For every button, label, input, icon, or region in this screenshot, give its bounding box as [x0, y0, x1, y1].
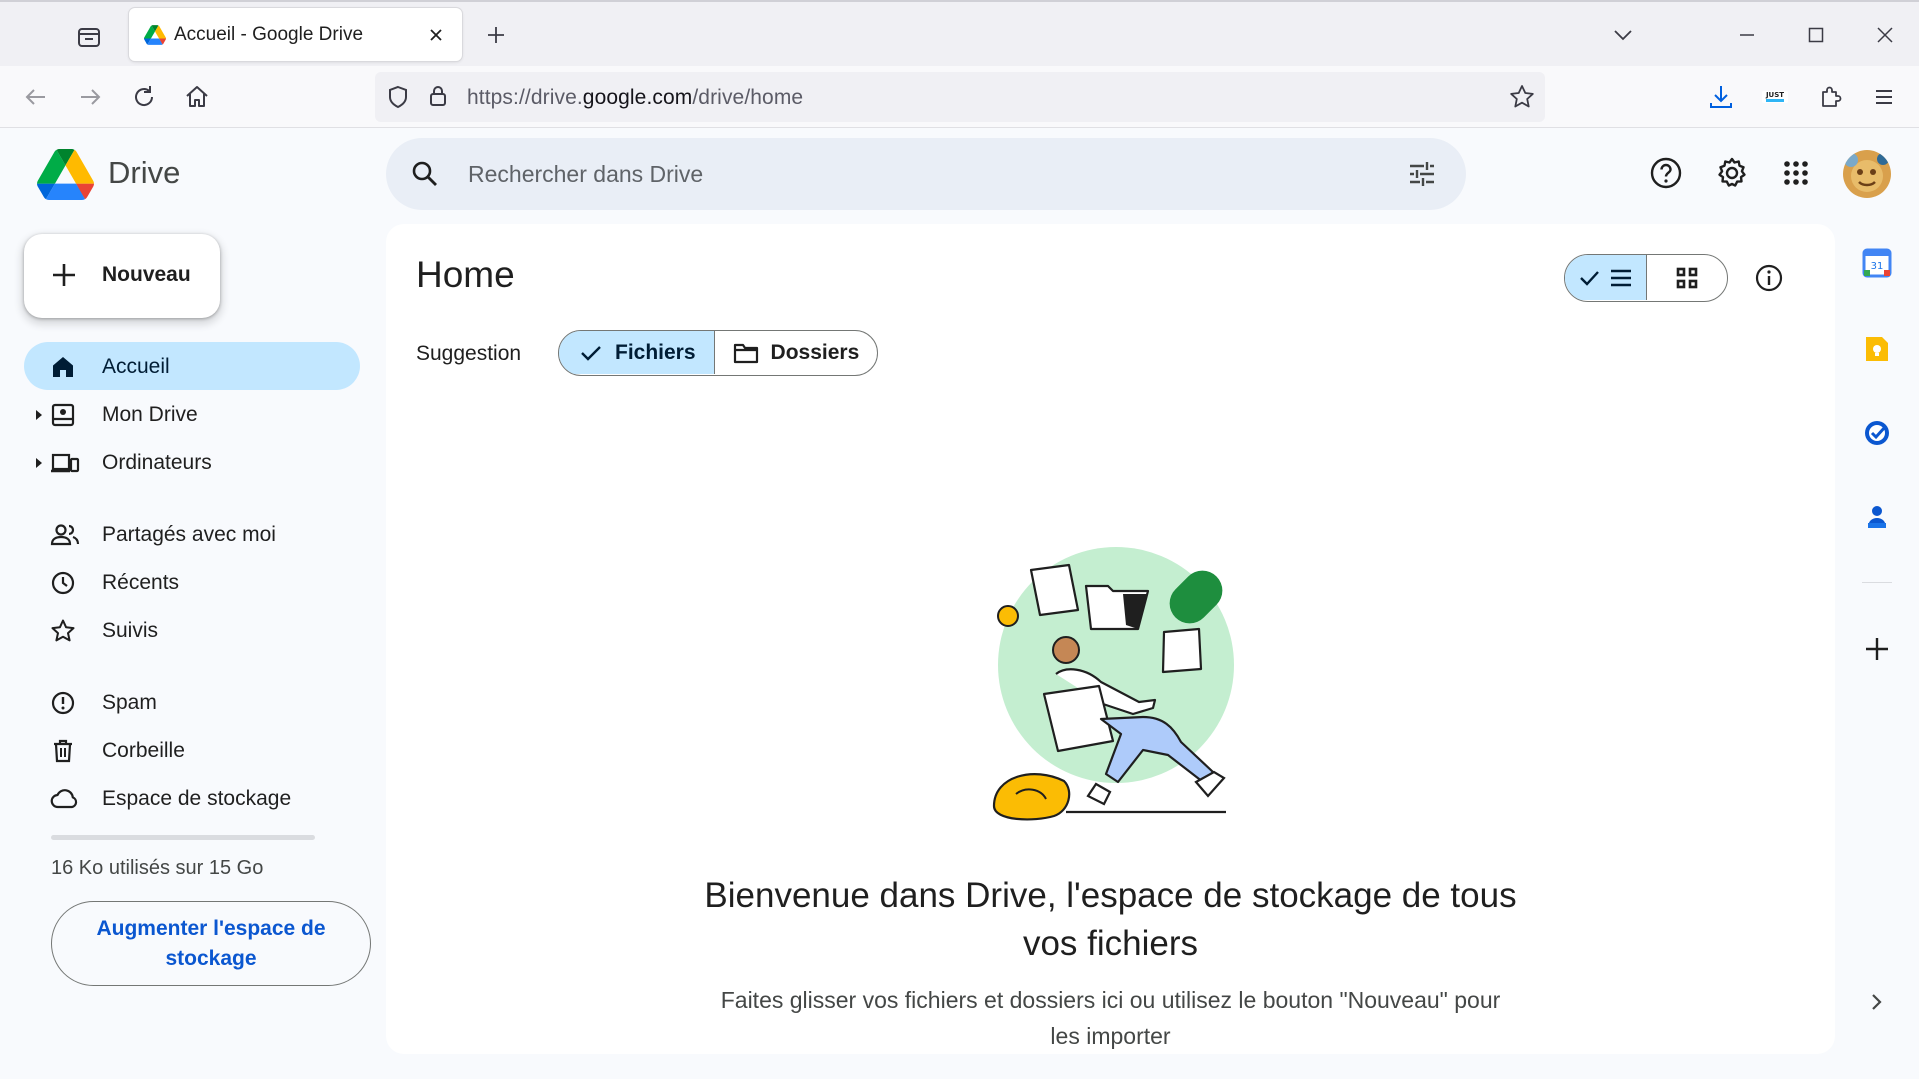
search-bar[interactable] — [386, 138, 1466, 210]
shared-icon — [50, 522, 80, 548]
side-panel-divider — [1862, 582, 1892, 583]
list-view-icon — [1580, 269, 1631, 287]
expand-arrow-icon[interactable] — [36, 458, 42, 468]
sidebar-item-label: Mon Drive — [102, 403, 198, 426]
new-tab-icon[interactable] — [483, 22, 509, 48]
browser-tab-active[interactable]: Accueil - Google Drive — [129, 8, 462, 61]
reload-icon[interactable] — [129, 82, 159, 112]
list-view-button[interactable] — [1565, 255, 1647, 300]
cloud-icon — [50, 786, 80, 812]
check-icon — [581, 345, 601, 361]
clock-icon — [50, 570, 76, 596]
sidebar-item-stockage[interactable]: Espace de stockage — [24, 774, 360, 822]
files-chip[interactable]: Fichiers — [559, 331, 715, 374]
folders-chip[interactable]: Dossiers — [715, 331, 878, 374]
sidebar-item-suivis[interactable]: Suivis — [24, 606, 360, 654]
storage-progress-bar — [51, 835, 315, 840]
drive-logo-icon[interactable] — [37, 149, 94, 200]
forward-icon[interactable] — [75, 82, 105, 112]
help-icon[interactable] — [1649, 156, 1683, 190]
sidebar-item-label: Accueil — [102, 355, 170, 378]
empty-state-illustration — [986, 544, 1276, 834]
suggestion-label: Suggestion — [416, 342, 522, 365]
downloads-icon[interactable] — [1706, 82, 1736, 112]
storage-usage-text: 16 Ko utilisés sur 15 Go — [51, 857, 264, 879]
sidebar-item-recents[interactable]: Récents — [24, 558, 360, 606]
view-toggle — [1564, 254, 1728, 302]
folder-icon — [733, 343, 758, 363]
sidebar-item-spam[interactable]: Spam — [24, 678, 360, 726]
minimize-icon[interactable] — [1734, 22, 1760, 48]
new-button-label: Nouveau — [102, 263, 191, 286]
list-all-tabs-icon[interactable] — [1610, 22, 1636, 48]
plus-icon — [53, 264, 75, 286]
search-input[interactable] — [468, 155, 1368, 193]
settings-gear-icon[interactable] — [1715, 156, 1749, 190]
back-icon[interactable] — [21, 82, 51, 112]
chevron-right-icon[interactable] — [1862, 987, 1892, 1017]
trash-icon — [50, 738, 76, 764]
extension-badge-icon[interactable]: JUST — [1760, 82, 1790, 112]
sidebar-item-label: Espace de stockage — [102, 787, 292, 810]
sidebar-item-mon-drive[interactable]: Mon Drive — [24, 390, 360, 438]
home-icon — [50, 354, 76, 380]
close-window-icon[interactable] — [1872, 22, 1898, 48]
close-tab-icon[interactable] — [425, 24, 447, 46]
sidebar-item-accueil[interactable]: Accueil — [24, 342, 360, 390]
browser-nav-bar: https://drive.google.com/drive/home JUST — [0, 66, 1919, 128]
suggestion-filter-chips: Fichiers Dossiers — [558, 330, 879, 376]
sidebar-item-label: Corbeille — [102, 739, 185, 762]
spam-icon — [50, 690, 76, 716]
sidebar-item-label: Suivis — [102, 619, 159, 642]
star-icon — [50, 618, 76, 644]
grid-view-button[interactable] — [1647, 255, 1727, 300]
sidebar-item-label: Partagés avec moi — [102, 523, 276, 546]
folders-chip-label: Dossiers — [770, 340, 860, 364]
calendar-icon[interactable]: 31 — [1862, 248, 1892, 278]
tab-list-icon[interactable] — [74, 22, 104, 52]
calendar-day-text: 31 — [1871, 261, 1884, 272]
computers-icon — [50, 450, 80, 476]
apps-grid-icon[interactable] — [1779, 156, 1813, 190]
lock-icon[interactable] — [425, 83, 451, 109]
browser-tab-bar: Accueil - Google Drive — [0, 0, 1919, 66]
sidebar-item-label: Récents — [102, 571, 180, 594]
welcome-subtitle: Faites glisser vos fichiers et dossiers … — [720, 987, 1501, 1049]
page-title: Home — [416, 254, 515, 295]
menu-hamburger-icon[interactable] — [1869, 82, 1899, 112]
tab-title: Accueil - Google Drive — [174, 24, 364, 45]
keep-icon[interactable] — [1862, 334, 1892, 364]
url-text[interactable]: https://drive.google.com/drive/home — [467, 86, 803, 110]
bookmark-star-icon[interactable] — [1508, 83, 1536, 111]
shield-icon[interactable] — [385, 84, 411, 110]
home-browser-icon[interactable] — [182, 82, 212, 112]
my-drive-icon — [50, 402, 76, 428]
search-icon[interactable] — [410, 159, 440, 189]
svg-text:JUST: JUST — [1765, 91, 1784, 99]
search-options-icon[interactable] — [1406, 158, 1438, 190]
files-chip-label: Fichiers — [615, 340, 696, 364]
app-name[interactable]: Drive — [108, 155, 180, 191]
upgrade-storage-button[interactable]: Augmenter l'espace de stockage — [51, 901, 371, 986]
account-avatar[interactable] — [1843, 150, 1891, 198]
sidebar-item-partages[interactable]: Partagés avec moi — [24, 510, 360, 558]
sidebar-item-label: Spam — [102, 691, 157, 714]
url-bar[interactable]: https://drive.google.com/drive/home — [375, 72, 1545, 122]
grid-view-icon — [1676, 267, 1698, 289]
sidebar-item-corbeille[interactable]: Corbeille — [24, 726, 360, 774]
sidebar-item-ordinateurs[interactable]: Ordinateurs — [24, 438, 360, 486]
contacts-icon[interactable] — [1862, 502, 1892, 532]
main-content: Home Suggestion Fichiers Dossiers Bienve… — [386, 224, 1835, 1054]
welcome-title: Bienvenue dans Drive, l'espace de stocka… — [704, 876, 1517, 963]
info-icon[interactable] — [1753, 262, 1785, 294]
maximize-icon[interactable] — [1803, 22, 1829, 48]
drive-favicon-icon — [144, 25, 166, 45]
tasks-icon[interactable] — [1862, 418, 1892, 448]
add-addon-icon[interactable] — [1862, 634, 1892, 664]
sidebar-item-label: Ordinateurs — [102, 451, 212, 474]
extensions-puzzle-icon[interactable] — [1815, 82, 1845, 112]
new-button[interactable]: Nouveau — [24, 234, 220, 318]
expand-arrow-icon[interactable] — [36, 410, 42, 420]
